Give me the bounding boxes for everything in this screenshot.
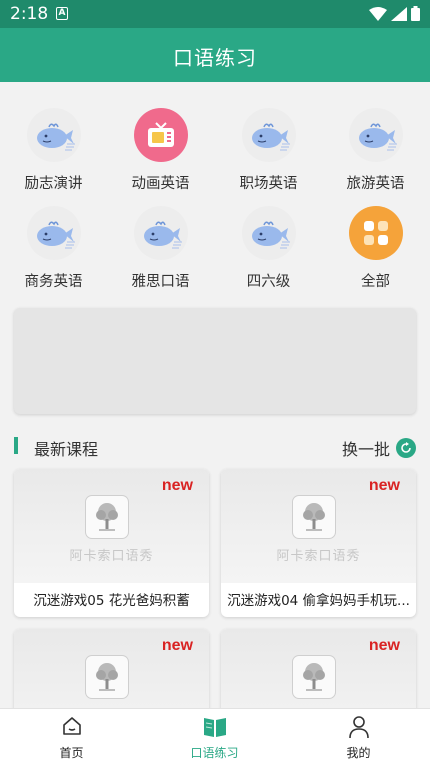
tab-label: 首页: [59, 746, 84, 760]
tab-label: 口语练习: [190, 746, 239, 760]
category-item[interactable]: 商务英语: [0, 206, 107, 291]
status-bar: 2:18 A: [0, 0, 430, 28]
course-title: 沉迷游戏05 花光爸妈积蓄: [33, 593, 190, 609]
whale-icon: [133, 206, 188, 260]
tree-logo-icon: [292, 495, 336, 539]
category-item[interactable]: 雅思口语: [107, 206, 214, 291]
course-card[interactable]: new 阿卡索口语秀 沉迷游戏05 花光爸妈积蓄: [14, 469, 209, 617]
category-label: 全部: [361, 274, 390, 290]
course-title: 沉迷游戏04 偷拿妈妈手机玩...: [227, 593, 410, 609]
tv-icon: [133, 108, 188, 162]
course-brand: 阿卡索口语秀: [276, 549, 361, 564]
app-bar: 口语练习: [0, 28, 430, 82]
refresh-button[interactable]: 换一批: [342, 436, 416, 460]
category-item[interactable]: 职场英语: [215, 108, 322, 193]
tree-logo-icon: [85, 495, 129, 539]
section-title: 最新课程: [34, 440, 99, 459]
category-item[interactable]: 旅游英语: [322, 108, 429, 193]
battery-icon: [411, 6, 420, 21]
person-icon: [348, 715, 370, 743]
bottom-tab-bar: 首页 口语练习 我的: [0, 708, 430, 764]
new-badge: new: [161, 477, 193, 494]
whale-icon: [26, 206, 81, 260]
page-title: 口语练习: [173, 46, 257, 70]
course-thumbnail: new 阿卡索口语秀: [221, 469, 416, 583]
book-icon: [202, 715, 228, 743]
section-accent: [14, 437, 18, 454]
notification-icon: A: [56, 7, 68, 20]
status-time: 2:18: [10, 4, 49, 24]
category-label: 动画英语: [131, 176, 190, 192]
whale-icon: [241, 108, 296, 162]
new-badge: new: [368, 477, 400, 494]
category-label: 雅思口语: [131, 274, 190, 290]
tab-speaking-practice[interactable]: 口语练习: [143, 709, 286, 764]
course-thumbnail: new 阿卡索口语秀: [14, 469, 209, 583]
refresh-icon: [396, 438, 416, 458]
category-item[interactable]: 励志演讲: [0, 108, 107, 193]
signal-icon: [391, 6, 407, 21]
wifi-icon: [369, 6, 387, 21]
home-icon: [61, 715, 83, 741]
tab-profile[interactable]: 我的: [287, 709, 430, 764]
category-label: 旅游英语: [346, 176, 405, 192]
new-badge: new: [368, 637, 400, 654]
category-item[interactable]: 动画英语: [107, 108, 214, 193]
category-label: 职场英语: [239, 176, 298, 192]
category-label: 四六级: [246, 274, 291, 290]
category-label: 商务英语: [24, 274, 83, 290]
category-item[interactable]: 四六级: [215, 206, 322, 291]
whale-icon: [348, 108, 403, 162]
tree-logo-icon: [292, 655, 336, 699]
course-brand: 阿卡索口语秀: [69, 549, 154, 564]
tab-label: 我的: [346, 746, 371, 760]
grid-icon: [348, 206, 403, 260]
course-card[interactable]: new 阿卡索口语秀 沉迷游戏04 偷拿妈妈手机玩...: [221, 469, 416, 617]
system-icons: [369, 6, 420, 21]
refresh-label: 换一批: [341, 440, 390, 459]
category-item[interactable]: 全部: [322, 206, 429, 291]
whale-icon: [241, 206, 296, 260]
category-label: 励志演讲: [24, 176, 83, 192]
tab-home[interactable]: 首页: [0, 709, 143, 764]
tree-logo-icon: [85, 655, 129, 699]
new-badge: new: [161, 637, 193, 654]
banner[interactable]: [14, 308, 416, 414]
whale-icon: [26, 108, 81, 162]
